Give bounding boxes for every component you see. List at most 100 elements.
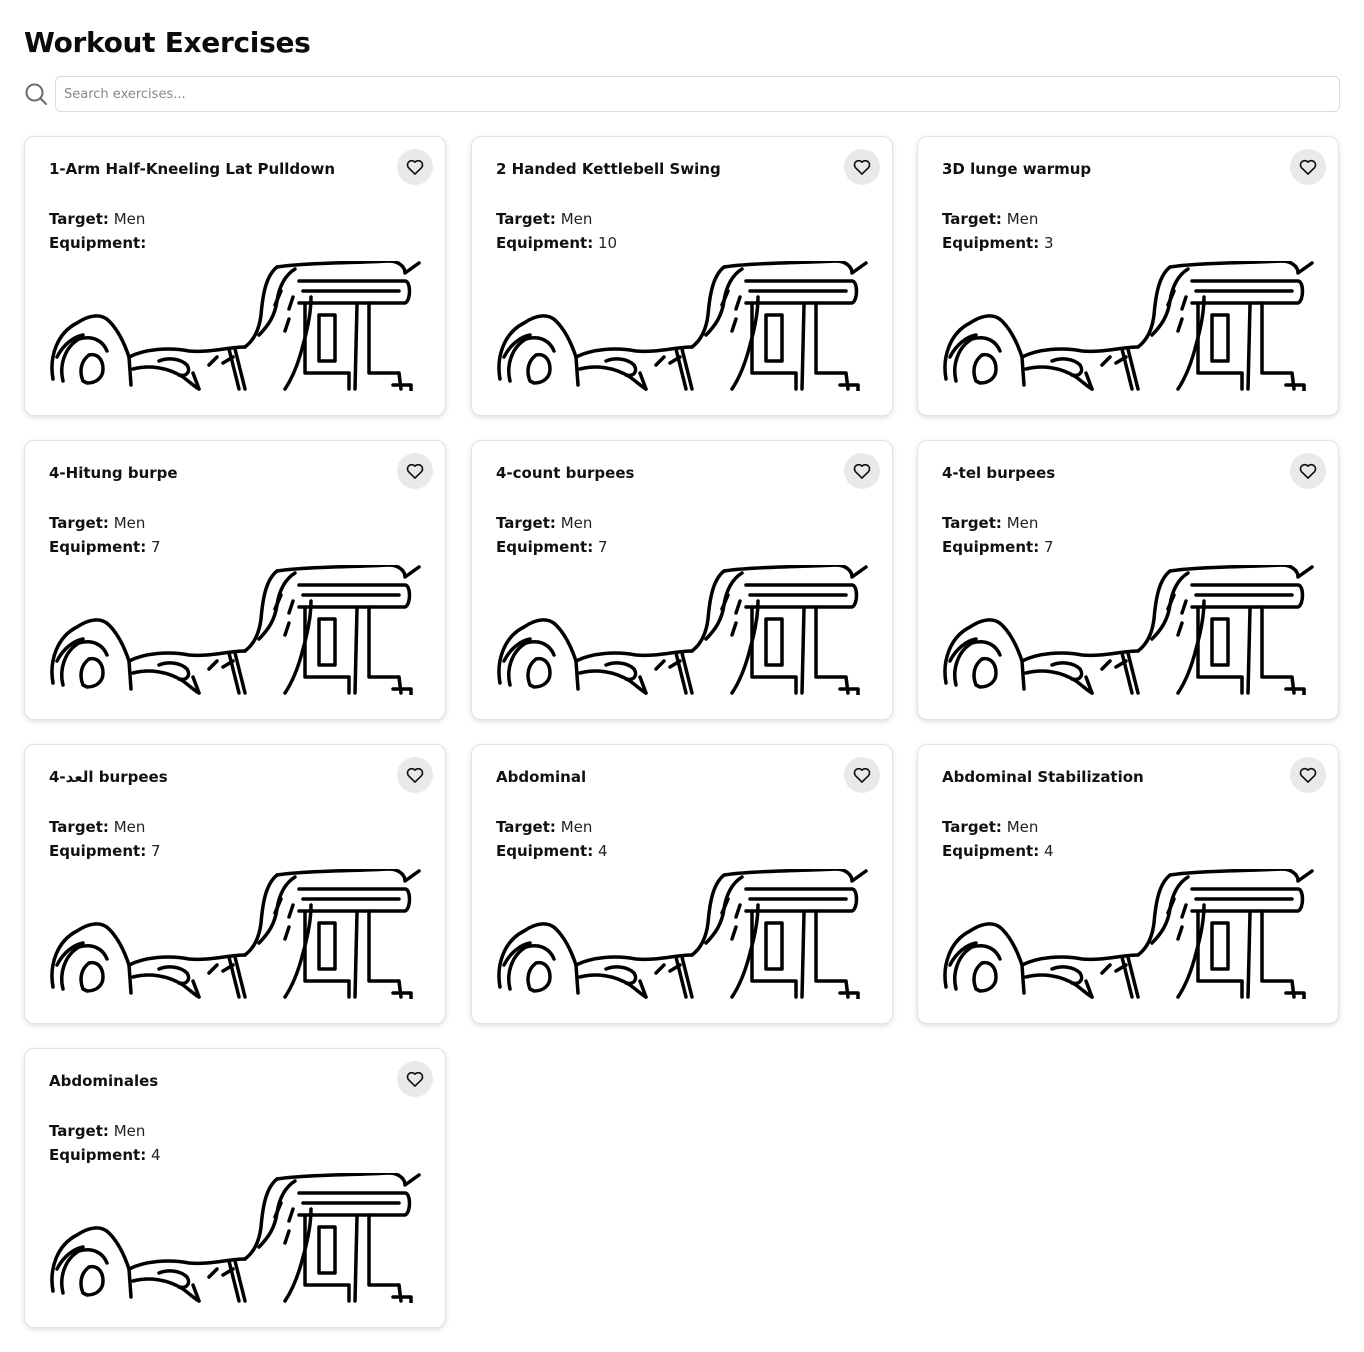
favorite-button[interactable] xyxy=(397,149,433,185)
target-line: Target: Men xyxy=(496,513,592,533)
target-line: Target: Men xyxy=(942,209,1038,229)
target-label: Target: xyxy=(942,210,1002,228)
favorite-button[interactable] xyxy=(397,453,433,489)
target-value: Men xyxy=(560,818,593,836)
equipment-label: Equipment: xyxy=(49,1146,147,1164)
favorite-button[interactable] xyxy=(844,149,880,185)
exercise-card[interactable]: 2 Handed Kettlebell Swing Target: Men Eq… xyxy=(471,136,893,416)
equipment-value: 7 xyxy=(597,538,608,556)
equipment-value: 3 xyxy=(1043,234,1054,252)
exercise-illustration xyxy=(50,869,421,999)
target-line: Target: Men xyxy=(49,817,145,837)
heart-outline-icon xyxy=(853,463,871,479)
equipment-line: Equipment: 4 xyxy=(942,841,1054,861)
target-value: Men xyxy=(1006,210,1039,228)
equipment-value: 4 xyxy=(597,842,608,860)
equipment-value: 7 xyxy=(150,842,161,860)
target-value: Men xyxy=(113,514,146,532)
exercise-card[interactable]: Abdominal Target: Men Equipment: 4 xyxy=(471,744,893,1024)
equipment-label: Equipment: xyxy=(942,842,1040,860)
exercise-illustration xyxy=(497,261,868,391)
equipment-line: Equipment: 4 xyxy=(496,841,608,861)
equipment-value: 10 xyxy=(597,234,618,252)
equipment-label: Equipment: xyxy=(49,234,147,252)
target-value: Men xyxy=(560,514,593,532)
heart-outline-icon xyxy=(853,159,871,175)
exercise-illustration xyxy=(497,565,868,695)
page-title: Workout Exercises xyxy=(24,26,311,59)
heart-outline-icon xyxy=(406,159,424,175)
equipment-value: 7 xyxy=(150,538,161,556)
equipment-line: Equipment: 7 xyxy=(496,537,608,557)
target-value: Men xyxy=(113,1122,146,1140)
equipment-line: Equipment: 3 xyxy=(942,233,1054,253)
favorite-button[interactable] xyxy=(1290,757,1326,793)
heart-outline-icon xyxy=(406,1071,424,1087)
heart-outline-icon xyxy=(1299,767,1317,783)
favorite-button[interactable] xyxy=(397,757,433,793)
search-input[interactable] xyxy=(55,76,1340,112)
exercise-card[interactable]: 4-العد burpees Target: Men Equipment: 7 xyxy=(24,744,446,1024)
exercise-name: 4-العد burpees xyxy=(49,768,168,786)
exercise-card[interactable]: 4-tel burpees Target: Men Equipment: 7 xyxy=(917,440,1339,720)
target-label: Target: xyxy=(49,514,109,532)
exercise-name: Abdominales xyxy=(49,1072,159,1090)
favorite-button[interactable] xyxy=(1290,149,1326,185)
equipment-line: Equipment: 7 xyxy=(49,537,161,557)
heart-outline-icon xyxy=(1299,159,1317,175)
target-line: Target: Men xyxy=(49,1121,145,1141)
search-bar xyxy=(24,76,1340,112)
target-value: Men xyxy=(560,210,593,228)
target-line: Target: Men xyxy=(942,817,1038,837)
equipment-label: Equipment: xyxy=(496,842,594,860)
heart-outline-icon xyxy=(406,767,424,783)
target-label: Target: xyxy=(496,210,556,228)
equipment-value: 7 xyxy=(1043,538,1054,556)
exercise-card[interactable]: 1-Arm Half-Kneeling Lat Pulldown Target:… xyxy=(24,136,446,416)
target-value: Men xyxy=(1006,514,1039,532)
exercise-card[interactable]: 4-Hitung burpe Target: Men Equipment: 7 xyxy=(24,440,446,720)
exercise-card[interactable]: 4-count burpees Target: Men Equipment: 7 xyxy=(471,440,893,720)
exercise-name: 4-tel burpees xyxy=(942,464,1056,482)
exercise-name: 3D lunge warmup xyxy=(942,160,1092,178)
target-label: Target: xyxy=(496,818,556,836)
search-icon xyxy=(25,83,47,105)
target-value: Men xyxy=(113,818,146,836)
equipment-label: Equipment: xyxy=(496,538,594,556)
exercise-illustration xyxy=(943,565,1314,695)
equipment-value: 4 xyxy=(150,1146,161,1164)
exercise-name: 4-Hitung burpe xyxy=(49,464,178,482)
heart-outline-icon xyxy=(406,463,424,479)
equipment-label: Equipment: xyxy=(49,538,147,556)
equipment-label: Equipment: xyxy=(496,234,594,252)
target-label: Target: xyxy=(49,210,109,228)
exercise-illustration xyxy=(50,261,421,391)
target-label: Target: xyxy=(942,818,1002,836)
favorite-button[interactable] xyxy=(1290,453,1326,489)
equipment-line: Equipment: 7 xyxy=(49,841,161,861)
exercise-illustration xyxy=(50,565,421,695)
exercise-illustration xyxy=(497,869,868,999)
equipment-line: Equipment: xyxy=(49,233,146,253)
exercise-name: 2 Handed Kettlebell Swing xyxy=(496,160,721,178)
target-value: Men xyxy=(1006,818,1039,836)
equipment-label: Equipment: xyxy=(942,234,1040,252)
target-line: Target: Men xyxy=(49,209,145,229)
target-line: Target: Men xyxy=(49,513,145,533)
favorite-button[interactable] xyxy=(397,1061,433,1097)
target-line: Target: Men xyxy=(496,817,592,837)
exercise-card[interactable]: Abdominales Target: Men Equipment: 4 xyxy=(24,1048,446,1328)
equipment-line: Equipment: 4 xyxy=(49,1145,161,1165)
exercise-card[interactable]: Abdominal Stabilization Target: Men Equi… xyxy=(917,744,1339,1024)
exercise-card[interactable]: 3D lunge warmup Target: Men Equipment: 3 xyxy=(917,136,1339,416)
favorite-button[interactable] xyxy=(844,453,880,489)
target-label: Target: xyxy=(496,514,556,532)
equipment-value: 4 xyxy=(1043,842,1054,860)
favorite-button[interactable] xyxy=(844,757,880,793)
target-line: Target: Men xyxy=(942,513,1038,533)
exercise-name: Abdominal xyxy=(496,768,587,786)
exercise-name: 4-count burpees xyxy=(496,464,635,482)
equipment-label: Equipment: xyxy=(942,538,1040,556)
exercise-name: Abdominal Stabilization xyxy=(942,768,1144,786)
exercise-illustration xyxy=(50,1173,421,1303)
